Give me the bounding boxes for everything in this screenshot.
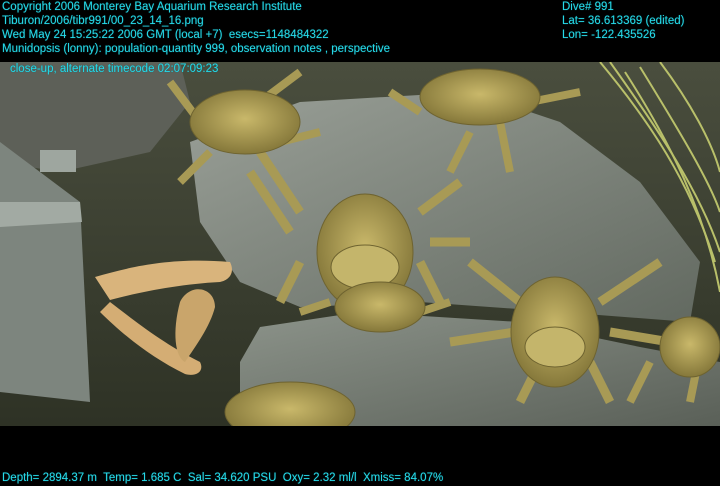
latitude-text: Lat= 36.613369 (edited) (562, 15, 685, 27)
sampler-mesh (40, 150, 76, 172)
dive-number-text: Dive# 991 (562, 1, 614, 13)
observation-text-continued: close-up, alternate timecode 02:07:09:23 (10, 63, 219, 75)
underwater-scene-image (0, 62, 720, 426)
observation-text: Munidopsis (lonny): population-quantity … (2, 43, 391, 55)
datetime-text: Wed May 24 15:25:22 2006 GMT (local +7) … (2, 29, 329, 41)
telemetry-text: Depth= 2894.37 m Temp= 1.685 C Sal= 34.6… (2, 472, 444, 484)
file-path-text: Tiburon/2006/tibr991/00_23_14_16.png (2, 15, 204, 27)
video-frame: Copyright 2006 Monterey Bay Aquarium Res… (0, 0, 720, 486)
longitude-text: Lon= -122.435526 (562, 29, 656, 41)
copyright-text: Copyright 2006 Monterey Bay Aquarium Res… (2, 1, 302, 13)
